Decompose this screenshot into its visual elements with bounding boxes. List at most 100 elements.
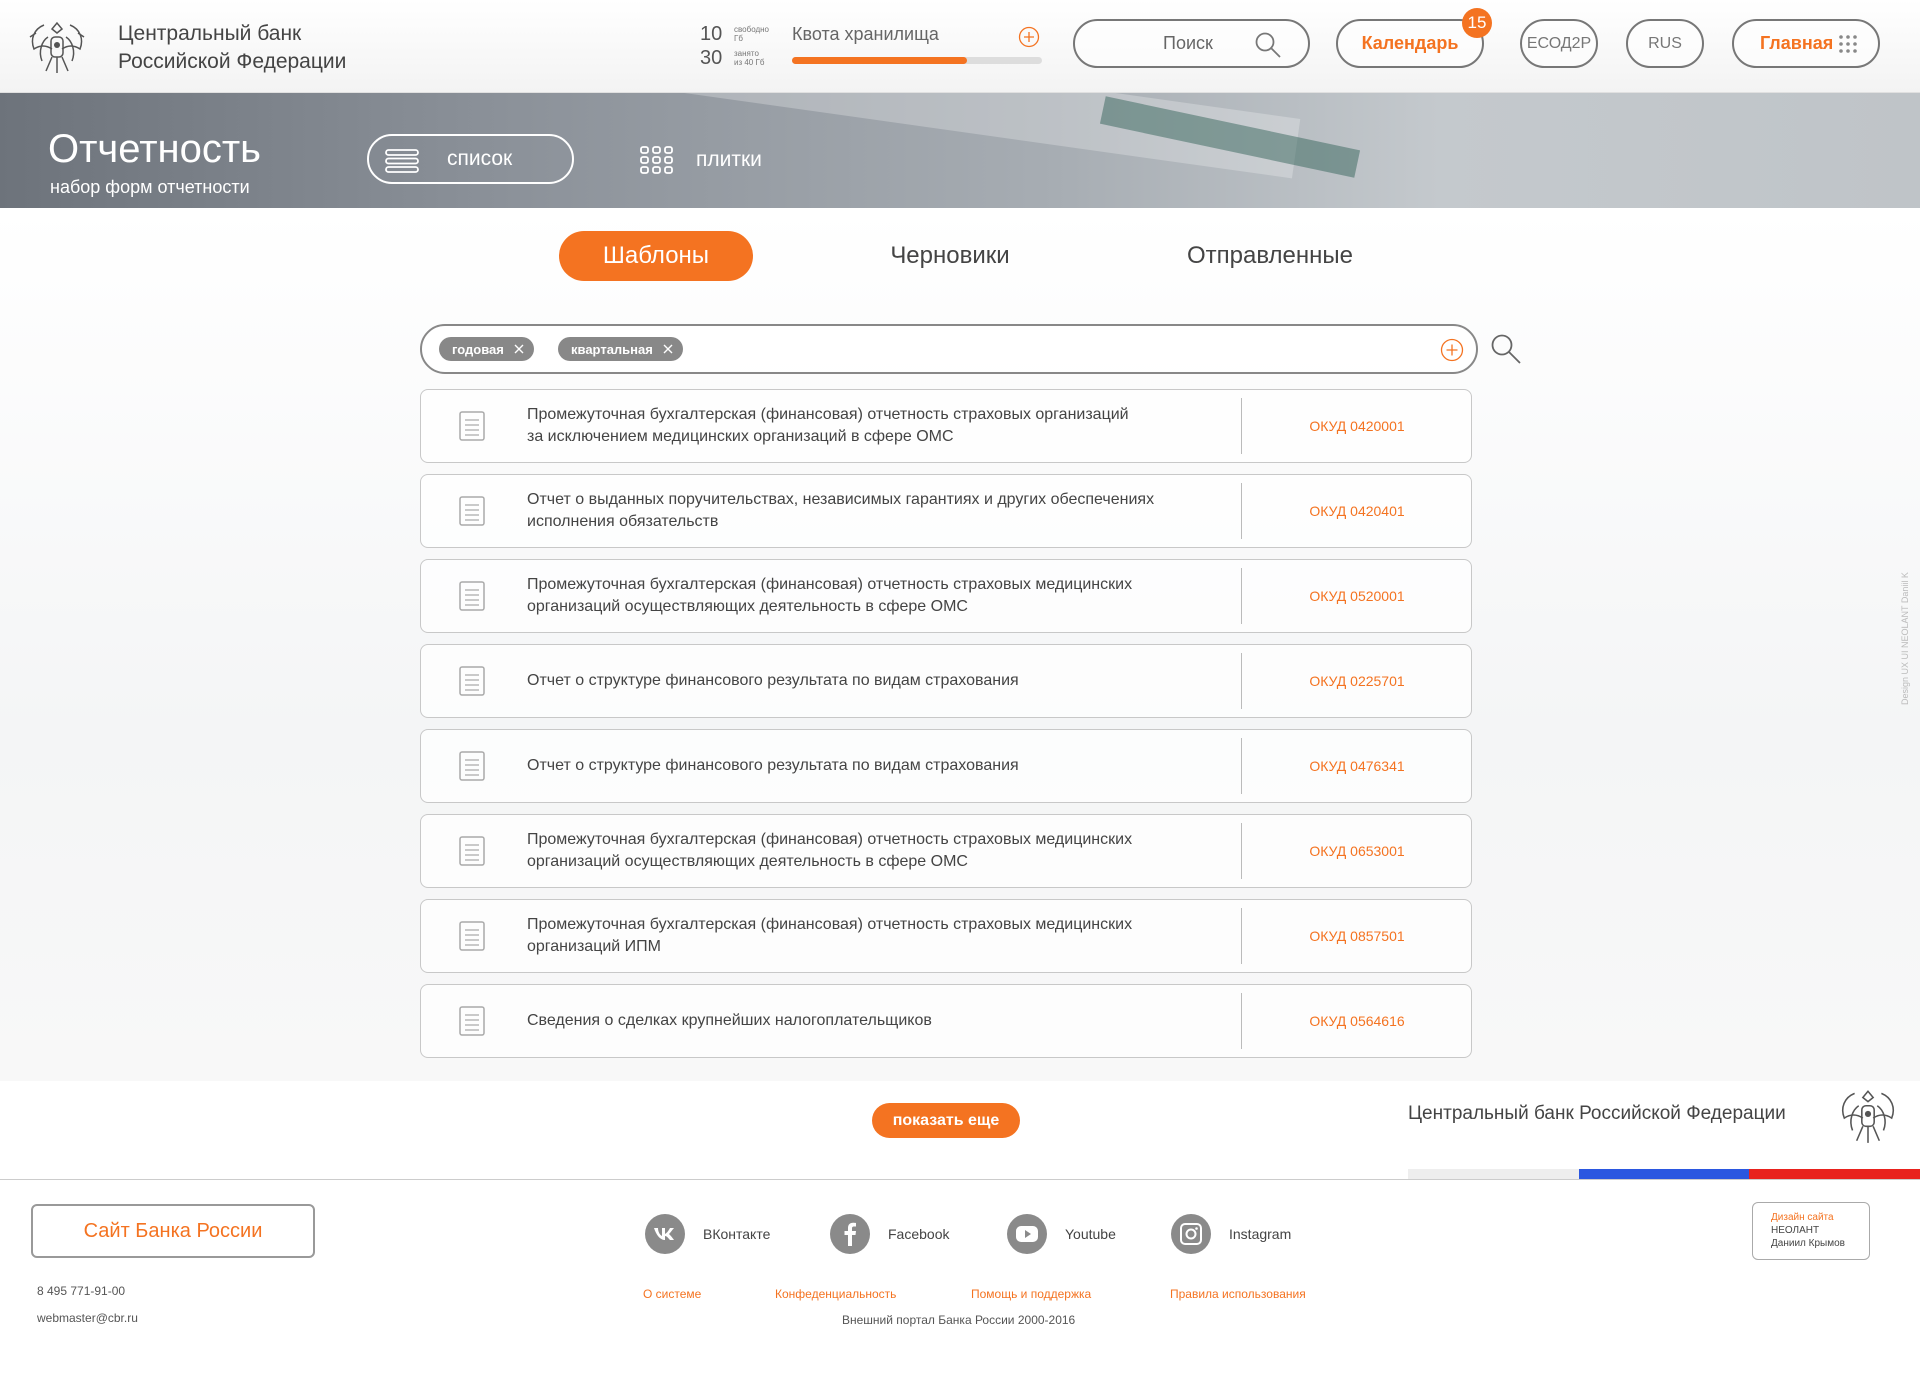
top-header: Центральный банк Российской Федерации 10… bbox=[0, 0, 1920, 93]
side-credit-container: Design UX UI NEOLANT Daniil K bbox=[1900, 545, 1912, 705]
quota-progress-fill bbox=[792, 57, 967, 64]
design-credit-title: Дизайн сайта bbox=[1771, 1212, 1834, 1223]
report-title: Промежуточная бухгалтерская (финансовая)… bbox=[527, 815, 1227, 887]
tab-drafts[interactable]: Черновики bbox=[860, 231, 1040, 281]
calendar-badge: 15 bbox=[1462, 8, 1492, 38]
document-icon bbox=[459, 836, 485, 866]
view-tiles-button[interactable]: плитки bbox=[640, 145, 762, 175]
side-design-credit: Design UX UI NEOLANT Daniil K bbox=[1900, 572, 1910, 705]
footer-link-about[interactable]: О системе bbox=[643, 1287, 701, 1301]
bank-name: Центральный банк Российской Федерации bbox=[118, 20, 346, 76]
report-row[interactable]: Промежуточная бухгалтерская (финансовая)… bbox=[420, 389, 1472, 463]
design-credit[interactable]: Дизайн сайта НЕОЛАНТ Даниил Крымов bbox=[1752, 1202, 1870, 1260]
okud-code[interactable]: ОКУД 0476341 bbox=[1242, 730, 1472, 802]
document-icon bbox=[459, 496, 485, 526]
okud-code[interactable]: ОКУД 0857501 bbox=[1242, 900, 1472, 972]
filter-input[interactable]: годовая квартальная bbox=[420, 324, 1478, 374]
show-more-button[interactable]: показать еще bbox=[872, 1103, 1020, 1138]
page-title: Отчетность bbox=[48, 127, 262, 171]
report-row[interactable]: Отчет о структуре финансового результата… bbox=[420, 729, 1472, 803]
add-quota-icon[interactable] bbox=[1018, 26, 1040, 48]
add-filter-icon[interactable] bbox=[1440, 338, 1464, 362]
report-row[interactable]: Промежуточная бухгалтерская (финансовая)… bbox=[420, 814, 1472, 888]
search-button[interactable]: Поиск bbox=[1073, 19, 1310, 68]
document-icon bbox=[459, 921, 485, 951]
footer-email[interactable]: webmaster@cbr.ru bbox=[37, 1311, 138, 1325]
quota-free-label-1: свободно bbox=[734, 25, 769, 34]
report-title-line2: организаций осуществляющих деятельность … bbox=[527, 598, 968, 615]
okud-code[interactable]: ОКУД 0653001 bbox=[1242, 815, 1472, 887]
report-title: Промежуточная бухгалтерская (финансовая)… bbox=[527, 560, 1227, 632]
report-title-line1: Промежуточная бухгалтерская (финансовая)… bbox=[527, 831, 1133, 848]
bank-emblem-icon bbox=[1841, 1090, 1895, 1143]
bank-site-button[interactable]: Сайт Банка России bbox=[31, 1204, 315, 1258]
report-title-line1: Промежуточная бухгалтерская (финансовая)… bbox=[527, 406, 1129, 423]
tab-sent[interactable]: Отправленные bbox=[1160, 231, 1380, 281]
footer-link-terms[interactable]: Правила использования bbox=[1170, 1287, 1306, 1301]
quota-free-label: свободно Гб bbox=[734, 25, 774, 43]
tab-templates[interactable]: Шаблоны bbox=[559, 231, 753, 281]
document-icon bbox=[459, 411, 485, 441]
document-icon bbox=[459, 581, 485, 611]
report-tabs: Шаблоны Черновики Отправленные bbox=[0, 231, 1920, 281]
filter-chip-label: квартальная bbox=[571, 341, 653, 357]
report-row[interactable]: Сведения о сделках крупнейших налогоплат… bbox=[420, 984, 1472, 1058]
quota-used-label: занято из 40 Гб bbox=[734, 49, 774, 67]
tiles-view-icon bbox=[640, 146, 673, 174]
report-title: Промежуточная бухгалтерская (финансовая)… bbox=[527, 390, 1227, 462]
social-youtube[interactable]: Youtube bbox=[1007, 1214, 1116, 1254]
report-title-line1: Промежуточная бухгалтерская (финансовая)… bbox=[527, 916, 1133, 933]
esod-label: ЕСОД2Р bbox=[1526, 34, 1592, 52]
social-instagram-label: Instagram bbox=[1229, 1226, 1292, 1242]
remove-chip-icon[interactable] bbox=[513, 343, 525, 355]
instagram-icon bbox=[1171, 1214, 1211, 1254]
report-row[interactable]: Промежуточная бухгалтерская (финансовая)… bbox=[420, 559, 1472, 633]
report-row[interactable]: Отчет о структуре финансового результата… bbox=[420, 644, 1472, 718]
remove-chip-icon[interactable] bbox=[662, 343, 674, 355]
filter-search-icon[interactable] bbox=[1490, 333, 1522, 365]
social-instagram[interactable]: Instagram bbox=[1171, 1214, 1291, 1254]
footer-link-privacy[interactable]: Конфеденциальность bbox=[775, 1287, 896, 1301]
facebook-icon bbox=[830, 1214, 870, 1254]
footer-link-help[interactable]: Помощь и поддержка bbox=[971, 1287, 1091, 1301]
language-button[interactable]: RUS bbox=[1626, 19, 1704, 68]
flag-red bbox=[1749, 1169, 1920, 1179]
main-content: Шаблоны Черновики Отправленные годовая к… bbox=[0, 208, 1920, 1081]
quota-used-label-1: занято bbox=[734, 49, 759, 58]
youtube-icon bbox=[1007, 1214, 1047, 1254]
report-title-line1: Промежуточная бухгалтерская (финансовая)… bbox=[527, 576, 1133, 593]
flag-blue bbox=[1578, 1169, 1750, 1179]
report-title-line1: Отчет о структуре финансового результата… bbox=[527, 672, 1019, 689]
report-row[interactable]: Отчет о выданных поручительствах, незави… bbox=[420, 474, 1472, 548]
social-vk-label: ВКонтакте bbox=[703, 1226, 771, 1242]
view-list-label: список bbox=[447, 147, 513, 170]
vk-icon bbox=[645, 1214, 685, 1254]
report-title: Отчет о структуре финансового результата… bbox=[527, 730, 1227, 802]
page-footer: Сайт Банка России 8 495 771-91-00 webmas… bbox=[0, 1179, 1920, 1383]
okud-code[interactable]: ОКУД 0564616 bbox=[1242, 985, 1472, 1057]
language-label: RUS bbox=[1648, 34, 1682, 52]
okud-code[interactable]: ОКУД 0520001 bbox=[1242, 560, 1472, 632]
home-button[interactable]: Главная bbox=[1732, 19, 1880, 68]
okud-code[interactable]: ОКУД 0225701 bbox=[1242, 645, 1472, 717]
view-list-button[interactable]: список bbox=[367, 134, 574, 184]
calendar-label: Календарь bbox=[1361, 33, 1459, 53]
esod-button[interactable]: ЕСОД2Р bbox=[1520, 19, 1598, 68]
document-icon bbox=[459, 1006, 485, 1036]
filter-chip[interactable]: годовая bbox=[439, 337, 534, 361]
filter-chip[interactable]: квартальная bbox=[558, 337, 683, 361]
page-banner: Отчетность набор форм отчетности список … bbox=[0, 93, 1920, 208]
bank-emblem-icon[interactable] bbox=[24, 15, 90, 77]
footer-phone: 8 495 771-91-00 bbox=[37, 1284, 126, 1298]
report-title-line2: исполнения обязательств bbox=[527, 513, 719, 530]
social-facebook[interactable]: Facebook bbox=[830, 1214, 949, 1254]
social-vk[interactable]: ВКонтакте bbox=[645, 1214, 770, 1254]
flag-white bbox=[1408, 1169, 1579, 1179]
report-title: Сведения о сделках крупнейших налогоплат… bbox=[527, 985, 1227, 1057]
footer-bank-name: Центральный банк Российской Федерации bbox=[1408, 1103, 1786, 1124]
report-title: Отчет о выданных поручительствах, незави… bbox=[527, 475, 1227, 547]
apps-grid-icon bbox=[1839, 35, 1857, 53]
okud-code[interactable]: ОКУД 0420401 bbox=[1242, 475, 1472, 547]
report-row[interactable]: Промежуточная бухгалтерская (финансовая)… bbox=[420, 899, 1472, 973]
okud-code[interactable]: ОКУД 0420001 bbox=[1242, 390, 1472, 462]
